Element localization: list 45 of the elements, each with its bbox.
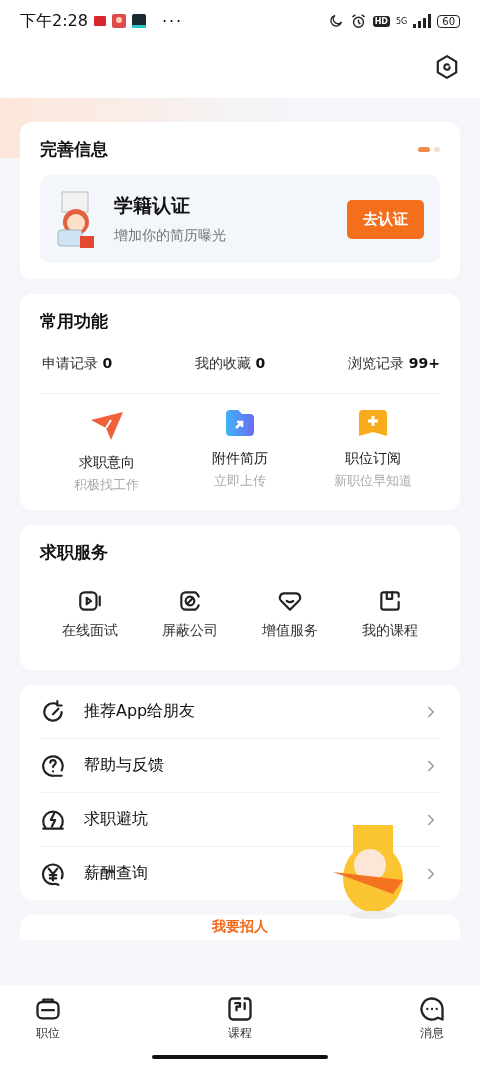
video-icon bbox=[77, 588, 103, 614]
app-notification-icon bbox=[111, 14, 126, 28]
nav-tab[interactable]: 消息 bbox=[420, 1025, 444, 1042]
feature-label[interactable]: 求职意向 bbox=[78, 454, 135, 472]
nav-tab[interactable]: 职位 bbox=[36, 1025, 60, 1042]
battery-level: 60 bbox=[437, 14, 460, 28]
service-label[interactable]: 屏蔽公司 bbox=[162, 622, 218, 640]
feature-label[interactable]: 附件简历 bbox=[212, 450, 268, 468]
promo-title: 学籍认证 bbox=[114, 193, 191, 218]
feature-subtitle: 新职位早知道 bbox=[334, 472, 413, 490]
section-title: 完善信息 bbox=[40, 138, 108, 161]
section-title: 求职服务 bbox=[40, 541, 109, 564]
stat-link[interactable]: 申请记录 0 bbox=[40, 355, 113, 373]
app-notification-icon bbox=[131, 14, 146, 28]
network-type: 5G bbox=[395, 16, 408, 26]
block-icon bbox=[177, 588, 203, 614]
menu-item[interactable]: 求职避坑 bbox=[84, 809, 404, 830]
help-icon bbox=[40, 752, 66, 779]
alarm-icon bbox=[349, 12, 367, 30]
menu-item[interactable]: 帮助与反馈 bbox=[84, 755, 404, 776]
hd-badge: HD bbox=[372, 15, 390, 27]
menu-item[interactable]: 薪酬查询 bbox=[84, 863, 404, 884]
chat-icon bbox=[418, 995, 446, 1023]
refresh-icon bbox=[40, 698, 66, 725]
promo-subtitle: 增加你的简历曝光 bbox=[114, 227, 227, 245]
book-icon bbox=[377, 588, 403, 614]
service-label[interactable]: 增值服务 bbox=[262, 622, 318, 640]
yen-icon bbox=[40, 860, 66, 887]
signal-icon bbox=[413, 14, 432, 28]
app-notification-icon bbox=[93, 16, 106, 26]
stat-link[interactable]: 浏览记录 99+ bbox=[346, 355, 440, 373]
settings-icon bbox=[434, 54, 460, 80]
service-label[interactable]: 在线面试 bbox=[62, 622, 118, 640]
feature-subtitle: 立即上传 bbox=[214, 472, 266, 490]
section-title: 常用功能 bbox=[40, 310, 109, 333]
service-label[interactable]: 我的课程 bbox=[362, 622, 418, 640]
more-notifications: ··· bbox=[161, 11, 184, 31]
stat-link[interactable]: 我的收藏 0 bbox=[193, 355, 266, 373]
moon-icon bbox=[327, 13, 344, 29]
feature-label[interactable]: 职位订阅 bbox=[345, 450, 402, 468]
status-time: 下午2:28 bbox=[20, 10, 88, 32]
course-icon bbox=[226, 995, 254, 1023]
nav-tab[interactable]: 课程 bbox=[228, 1025, 252, 1042]
menu-item[interactable]: 推荐App给朋友 bbox=[84, 701, 404, 722]
feature-subtitle: 积极找工作 bbox=[74, 476, 140, 494]
